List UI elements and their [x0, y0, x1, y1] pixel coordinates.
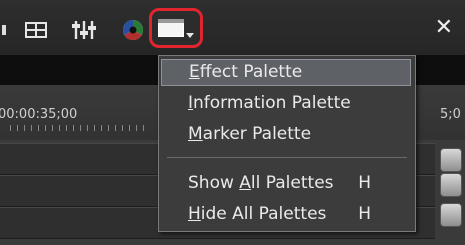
menu-shortcut: H [358, 204, 371, 224]
chevron-down-icon [186, 32, 194, 38]
toolbar: ✕ [0, 0, 465, 55]
timecode-label-right: 5;0 [440, 107, 461, 122]
scroll-thumb[interactable] [440, 173, 462, 197]
menu-item-marker-palette[interactable]: Marker Palette [161, 121, 411, 148]
toolbar-overflow-dot [2, 25, 6, 35]
menu-item-hide-all-palettes[interactable]: Hide All Palettes H [161, 201, 411, 228]
scroll-up-button[interactable] [440, 148, 462, 172]
scroll-down-button[interactable] [440, 203, 462, 227]
menu-item-show-all-palettes[interactable]: Show All Palettes H [161, 170, 411, 197]
color-wheel-icon [122, 19, 144, 41]
palette-window-icon [158, 19, 184, 37]
grid-icon [25, 22, 47, 38]
ruler-ticks [10, 125, 150, 131]
audio-mixer-button[interactable] [70, 16, 98, 44]
palette-display-button[interactable] [149, 8, 203, 48]
grid-button[interactable] [24, 16, 48, 44]
close-icon[interactable]: ✕ [435, 14, 453, 42]
timecode-label: 00:00:35;00 [0, 107, 78, 122]
menu-item-effect-palette[interactable]: Effect Palette [161, 59, 411, 86]
menu-separator [167, 157, 407, 158]
mixer-sliders-icon [72, 21, 96, 39]
color-correction-button[interactable] [120, 16, 146, 44]
menu-shortcut: H [358, 173, 371, 193]
palette-dropdown-menu: Effect Palette Information Palette Marke… [158, 55, 416, 232]
menu-item-information-palette[interactable]: Information Palette [161, 90, 411, 117]
